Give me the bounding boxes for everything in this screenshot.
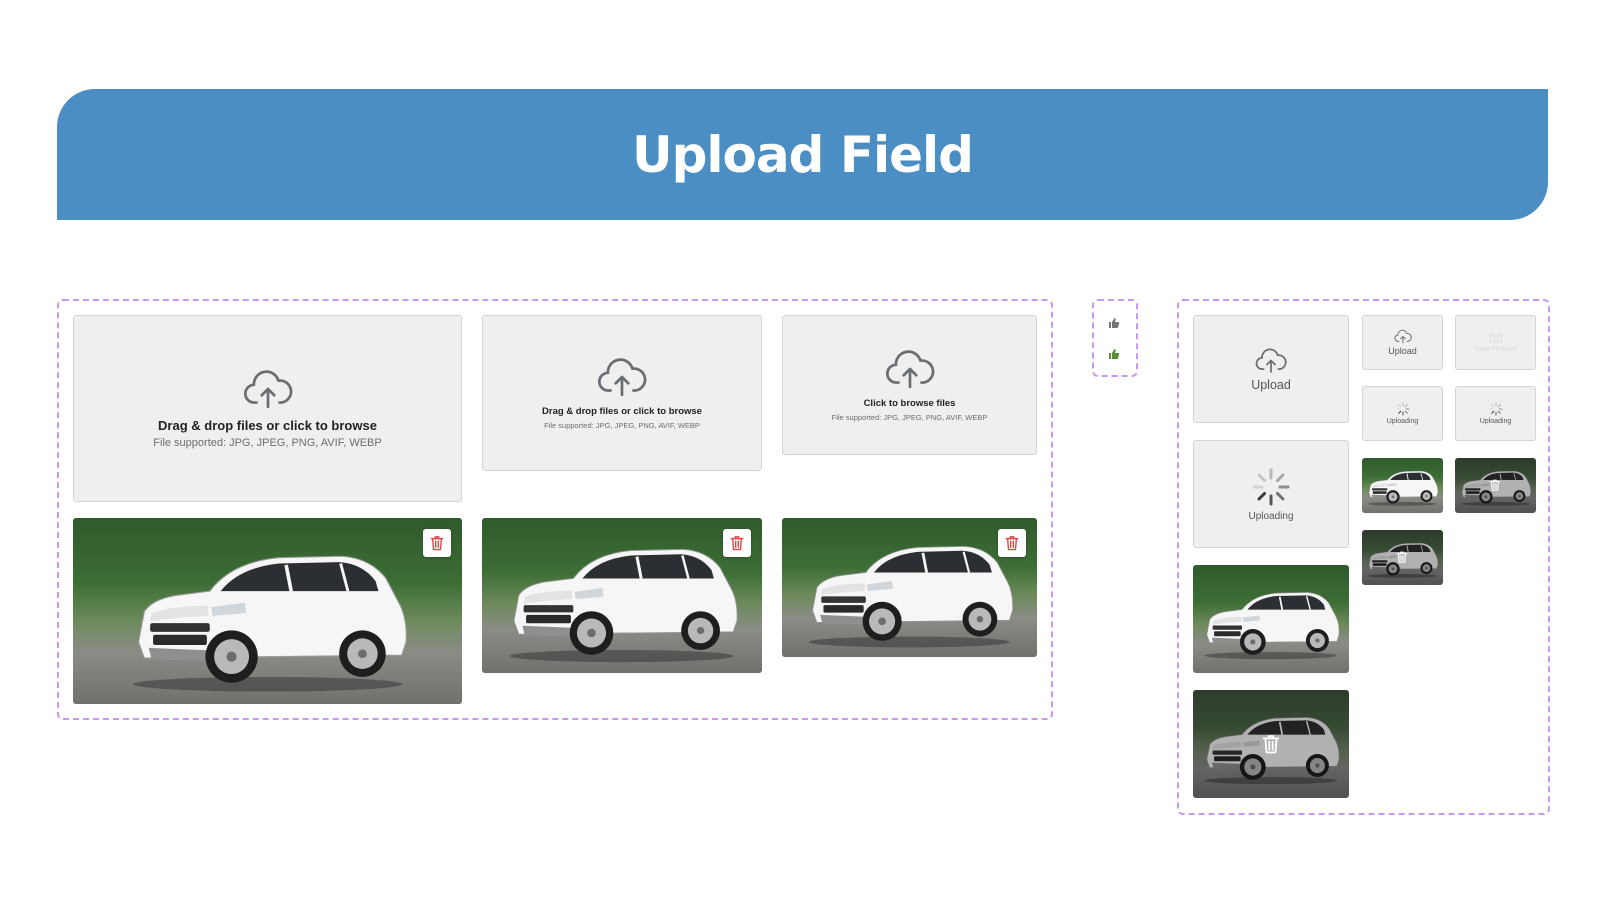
car-photo: [1365, 462, 1440, 509]
thumbs-up-icon[interactable]: [1108, 348, 1120, 360]
spinner-icon: [1251, 467, 1291, 507]
car-photo: [493, 530, 751, 663]
mini-upload-tile[interactable]: Upload: [1362, 315, 1443, 370]
delete-overlay-button[interactable]: [1490, 479, 1501, 492]
dropzone-large-title: Drag & drop files or click to browse: [158, 418, 377, 433]
take-picture-label: Take Pictures: [1474, 346, 1517, 353]
mini-uploading-label: Uploading: [1386, 418, 1419, 425]
trash-icon: [1397, 551, 1408, 564]
dropzone-medium[interactable]: Drag & drop files or click to browse Fil…: [482, 315, 762, 471]
trash-icon: [1262, 734, 1280, 755]
uploaded-image-compact: [1193, 565, 1349, 673]
mini-upload-label: Upload: [1388, 346, 1417, 356]
delete-overlay-button[interactable]: [1262, 734, 1280, 755]
spinner-icon: [1396, 402, 1410, 416]
mini-uploading-label: Uploading: [1479, 418, 1512, 425]
dropzone-medium-title: Drag & drop files or click to browse: [542, 406, 702, 417]
car-photo: [89, 533, 447, 693]
trash-icon: [1490, 479, 1501, 492]
delete-button[interactable]: [423, 529, 451, 557]
uploading-tile: Uploading: [1193, 440, 1349, 548]
trash-icon: [1005, 535, 1019, 551]
uploading-tile-label: Uploading: [1248, 510, 1294, 522]
dropzone-large-subtitle: File supported: JPG, JPEG, PNG, AVIF, WE…: [153, 437, 382, 449]
upload-tile-label: Upload: [1251, 377, 1291, 392]
mini-uploading-tile-2: Uploading: [1455, 386, 1536, 441]
cloud-upload-icon: [597, 356, 647, 398]
car-photo: [792, 529, 1027, 649]
dropzone-medium-subtitle: File supported: JPG, JPEG, PNG, AVIF, WE…: [544, 421, 700, 430]
trash-icon: [430, 535, 444, 551]
mini-uploaded-image: [1362, 458, 1443, 513]
uploaded-image-small: [782, 518, 1037, 657]
spinner-icon: [1489, 402, 1503, 416]
dropzone-small-subtitle: File supported: JPG, JPEG, PNG, AVIF, WE…: [831, 413, 988, 422]
delete-button[interactable]: [723, 529, 751, 557]
dropzone-large[interactable]: Drag & drop files or click to browse Fil…: [73, 315, 462, 502]
dropzone-small[interactable]: Click to browse files File supported: JP…: [782, 315, 1037, 455]
camera-icon: [1489, 332, 1503, 344]
dropzone-small-title: Click to browse files: [863, 398, 956, 409]
cloud-upload-icon: [1255, 347, 1287, 374]
delete-overlay-button[interactable]: [1397, 551, 1408, 564]
header-banner: Upload Field: [57, 89, 1548, 220]
upload-tile[interactable]: Upload: [1193, 315, 1349, 423]
uploaded-image-medium: [482, 518, 762, 673]
take-picture-tile[interactable]: Take Pictures: [1455, 315, 1536, 370]
cloud-upload-icon: [243, 368, 293, 410]
mini-uploading-tile-1: Uploading: [1362, 386, 1443, 441]
cloud-upload-icon: [885, 348, 935, 390]
like-icons-group: [1092, 299, 1138, 377]
car-photo: [1199, 574, 1343, 667]
trash-icon: [730, 535, 744, 551]
page-title: Upload Field: [632, 125, 974, 184]
delete-button[interactable]: [998, 529, 1026, 557]
cloud-upload-icon: [1394, 329, 1412, 344]
uploaded-image-large: [73, 518, 462, 704]
thumbs-up-icon[interactable]: [1108, 317, 1120, 329]
